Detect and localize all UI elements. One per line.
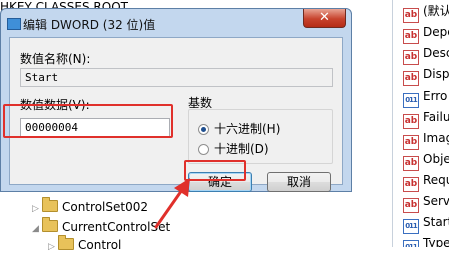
value-name: Failu: [423, 110, 449, 124]
value-name: Erro: [423, 89, 448, 103]
value-row[interactable]: ab Failu: [403, 107, 449, 129]
string-value-icon: ab: [403, 50, 419, 65]
string-value-icon: ab: [403, 71, 419, 86]
value-name: Type: [423, 236, 449, 247]
tree-item-label: Control: [78, 238, 122, 252]
dialog-title: 编辑 DWORD (32 位)值: [23, 18, 156, 32]
tree-item-control[interactable]: ▷ Control: [48, 235, 122, 256]
value-row[interactable]: 011 Type: [403, 233, 449, 247]
registry-app-icon: [7, 18, 21, 30]
hex-radio-option[interactable]: 十六进制(H): [198, 120, 280, 137]
expand-arrow-icon[interactable]: ▷: [32, 200, 42, 218]
values-list: ab (默认) ab Depe ab Desc ab Disp 011 Erro ab Fa…: [393, 0, 449, 247]
hex-radio-label: 十六进制(H): [214, 122, 281, 136]
binary-value-icon: 011: [403, 93, 419, 108]
value-name: Serv: [423, 194, 449, 208]
cancel-button[interactable]: 取消: [267, 172, 331, 192]
value-name-label: 数值名称(N):: [20, 52, 91, 66]
folder-icon: [42, 197, 58, 212]
value-name: Obje: [423, 152, 449, 166]
close-button[interactable]: ✕: [303, 9, 346, 28]
value-name: Start: [423, 215, 449, 229]
value-name: Desc: [423, 46, 449, 60]
edit-dword-dialog: 编辑 DWORD (32 位)值 ✕ 数值名称(N): Start 数值数据(V…: [0, 8, 352, 192]
value-row[interactable]: 011 Start: [403, 212, 449, 234]
decimal-radio-label: 十进制(D): [214, 142, 269, 156]
value-row[interactable]: ab Requ: [403, 170, 449, 192]
string-value-icon: ab: [403, 198, 419, 213]
value-name: Depe: [423, 25, 449, 39]
expand-arrow-icon[interactable]: ▷: [48, 238, 58, 256]
pointer-arrow-icon: [154, 178, 190, 229]
value-row[interactable]: ab Obje: [403, 149, 449, 171]
value-row[interactable]: ab Depe: [403, 22, 449, 44]
folder-icon: [58, 235, 74, 250]
string-value-icon: ab: [403, 156, 419, 171]
string-value-icon: ab: [403, 114, 419, 129]
value-row[interactable]: ab Desc: [403, 43, 449, 65]
value-name: Disp: [423, 67, 449, 81]
folder-icon: [42, 217, 58, 232]
radio-unselected-icon[interactable]: [198, 144, 209, 155]
value-data-highlight-box: [3, 104, 173, 138]
value-name: Imag: [423, 131, 449, 145]
tree-item-label: ControlSet002: [62, 200, 148, 214]
value-row[interactable]: 011 Erro: [403, 86, 448, 108]
binary-value-icon: 011: [403, 219, 419, 234]
tree-item-controlset002[interactable]: ▷ ControlSet002: [32, 197, 148, 218]
binary-value-icon: 011: [403, 240, 419, 247]
decimal-radio-option[interactable]: 十进制(D): [198, 140, 269, 157]
string-value-icon: ab: [403, 8, 419, 23]
value-row[interactable]: ab Disp: [403, 64, 449, 86]
collapse-arrow-icon[interactable]: ◢: [32, 220, 42, 238]
dialog-titlebar[interactable]: 编辑 DWORD (32 位)值 ✕: [1, 9, 351, 37]
string-value-icon: ab: [403, 135, 419, 150]
value-row[interactable]: ab Serv: [403, 191, 449, 213]
radio-selected-icon[interactable]: [198, 124, 209, 135]
string-value-icon: ab: [403, 29, 419, 44]
value-row[interactable]: ab Imag: [403, 128, 449, 150]
value-row[interactable]: ab (默认): [403, 1, 449, 23]
value-name: Requ: [423, 173, 449, 187]
value-name-field: Start: [20, 68, 333, 87]
value-name: (默认): [423, 4, 449, 18]
string-value-icon: ab: [403, 177, 419, 192]
